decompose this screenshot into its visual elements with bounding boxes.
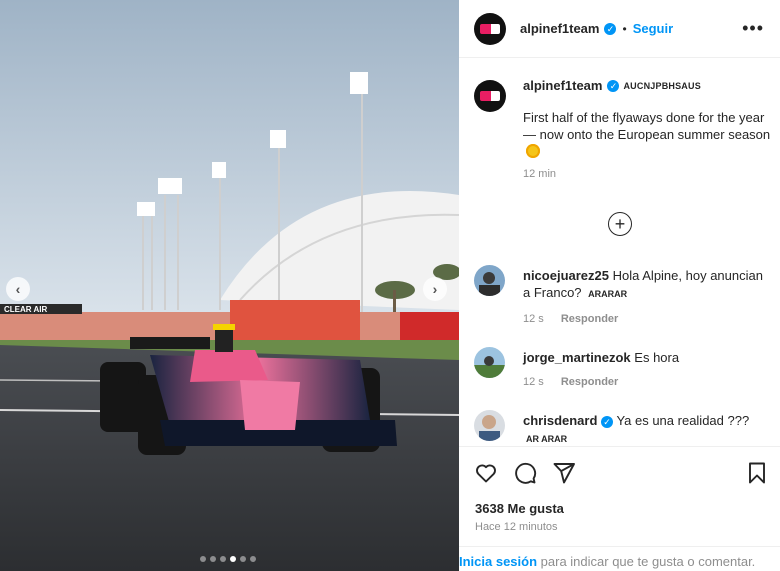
comment-text: Es hora (634, 350, 680, 365)
post-header: alpinef1team ✓ • Seguir ••• (459, 0, 780, 58)
comment-username[interactable]: chrisdenard (523, 413, 597, 428)
plus-circle-icon: + (614, 214, 626, 234)
post-username[interactable]: alpinef1team (520, 21, 599, 36)
trackside-sign: CLEAR AIR (4, 305, 47, 314)
post-panel: alpinef1team ✓ • Seguir ••• alpinef1team… (459, 0, 780, 571)
caption-username[interactable]: alpinef1team (523, 78, 602, 93)
carousel-dot (230, 556, 236, 562)
follow-button[interactable]: Seguir (633, 21, 673, 36)
caption-text-content: First half of the flyaways done for the … (523, 110, 771, 142)
caption-tag: AUCNJPBHSAUS (623, 80, 701, 91)
post-actions: 3638 Me gusta Hace 12 minutos (459, 446, 780, 546)
post-media[interactable]: CLEAR AIR ‹ › (0, 0, 459, 571)
comment-icon[interactable] (513, 461, 537, 485)
post-timestamp: Hace 12 minutos (475, 521, 558, 533)
caption-avatar[interactable] (474, 80, 506, 112)
comment-username[interactable]: nicoejuarez25 (523, 268, 609, 283)
reply-button[interactable]: Responder (561, 313, 618, 325)
comment-tag: ARARAR (588, 289, 628, 299)
carousel-dot (210, 556, 216, 562)
carousel-indicator (200, 556, 256, 562)
alpine-logo-icon (480, 91, 500, 101)
verified-badge-icon: ✓ (601, 415, 614, 428)
reply-button[interactable]: Responder (561, 376, 618, 388)
login-prompt: Inicia sesión para indicar que te gusta … (459, 546, 780, 571)
comment-username[interactable]: jorge_martinezok (523, 350, 631, 365)
chevron-left-icon: ‹ (15, 281, 21, 297)
comments-section[interactable]: alpinef1team ✓ AUCNJPBHSAUS First half o… (459, 58, 780, 446)
heart-icon[interactable] (474, 461, 498, 485)
header-separator: • (622, 21, 627, 36)
bookmark-icon[interactable] (745, 461, 769, 485)
comment-text: Ya es una realidad ??? (616, 413, 750, 428)
post-photo: CLEAR AIR (0, 0, 459, 571)
next-slide-button[interactable]: › (423, 277, 447, 301)
previous-slide-button[interactable]: ‹ (6, 277, 30, 301)
carousel-dot (200, 556, 206, 562)
sun-emoji-icon (526, 144, 540, 158)
verified-badge-icon: ✓ (607, 79, 620, 92)
comment-time: 12 s (523, 313, 544, 325)
comment-avatar[interactable] (474, 347, 505, 378)
load-more-comments-button[interactable]: + (608, 212, 632, 236)
carousel-dot (220, 556, 226, 562)
more-options-icon[interactable]: ••• (742, 18, 764, 39)
login-prompt-text: para indicar que te gusta o comentar. (537, 554, 756, 569)
avatar[interactable] (474, 12, 506, 45)
likes-count[interactable]: 3638 Me gusta (475, 501, 564, 516)
verified-badge-icon: ✓ (604, 22, 617, 35)
login-link[interactable]: Inicia sesión (459, 554, 537, 569)
comment-avatar[interactable] (474, 265, 505, 296)
chevron-right-icon: › (432, 281, 438, 297)
carousel-dot (240, 556, 246, 562)
share-icon[interactable] (552, 461, 576, 485)
alpine-logo-icon (480, 23, 500, 34)
caption-timestamp: 12 min (523, 168, 557, 180)
carousel-dot (250, 556, 256, 562)
comment-tag: AR ARAR (526, 434, 568, 444)
comment-time: 12 s (523, 376, 544, 388)
comment-avatar[interactable] (474, 410, 505, 441)
caption-text: First half of the flyaways done for the … (523, 109, 773, 160)
